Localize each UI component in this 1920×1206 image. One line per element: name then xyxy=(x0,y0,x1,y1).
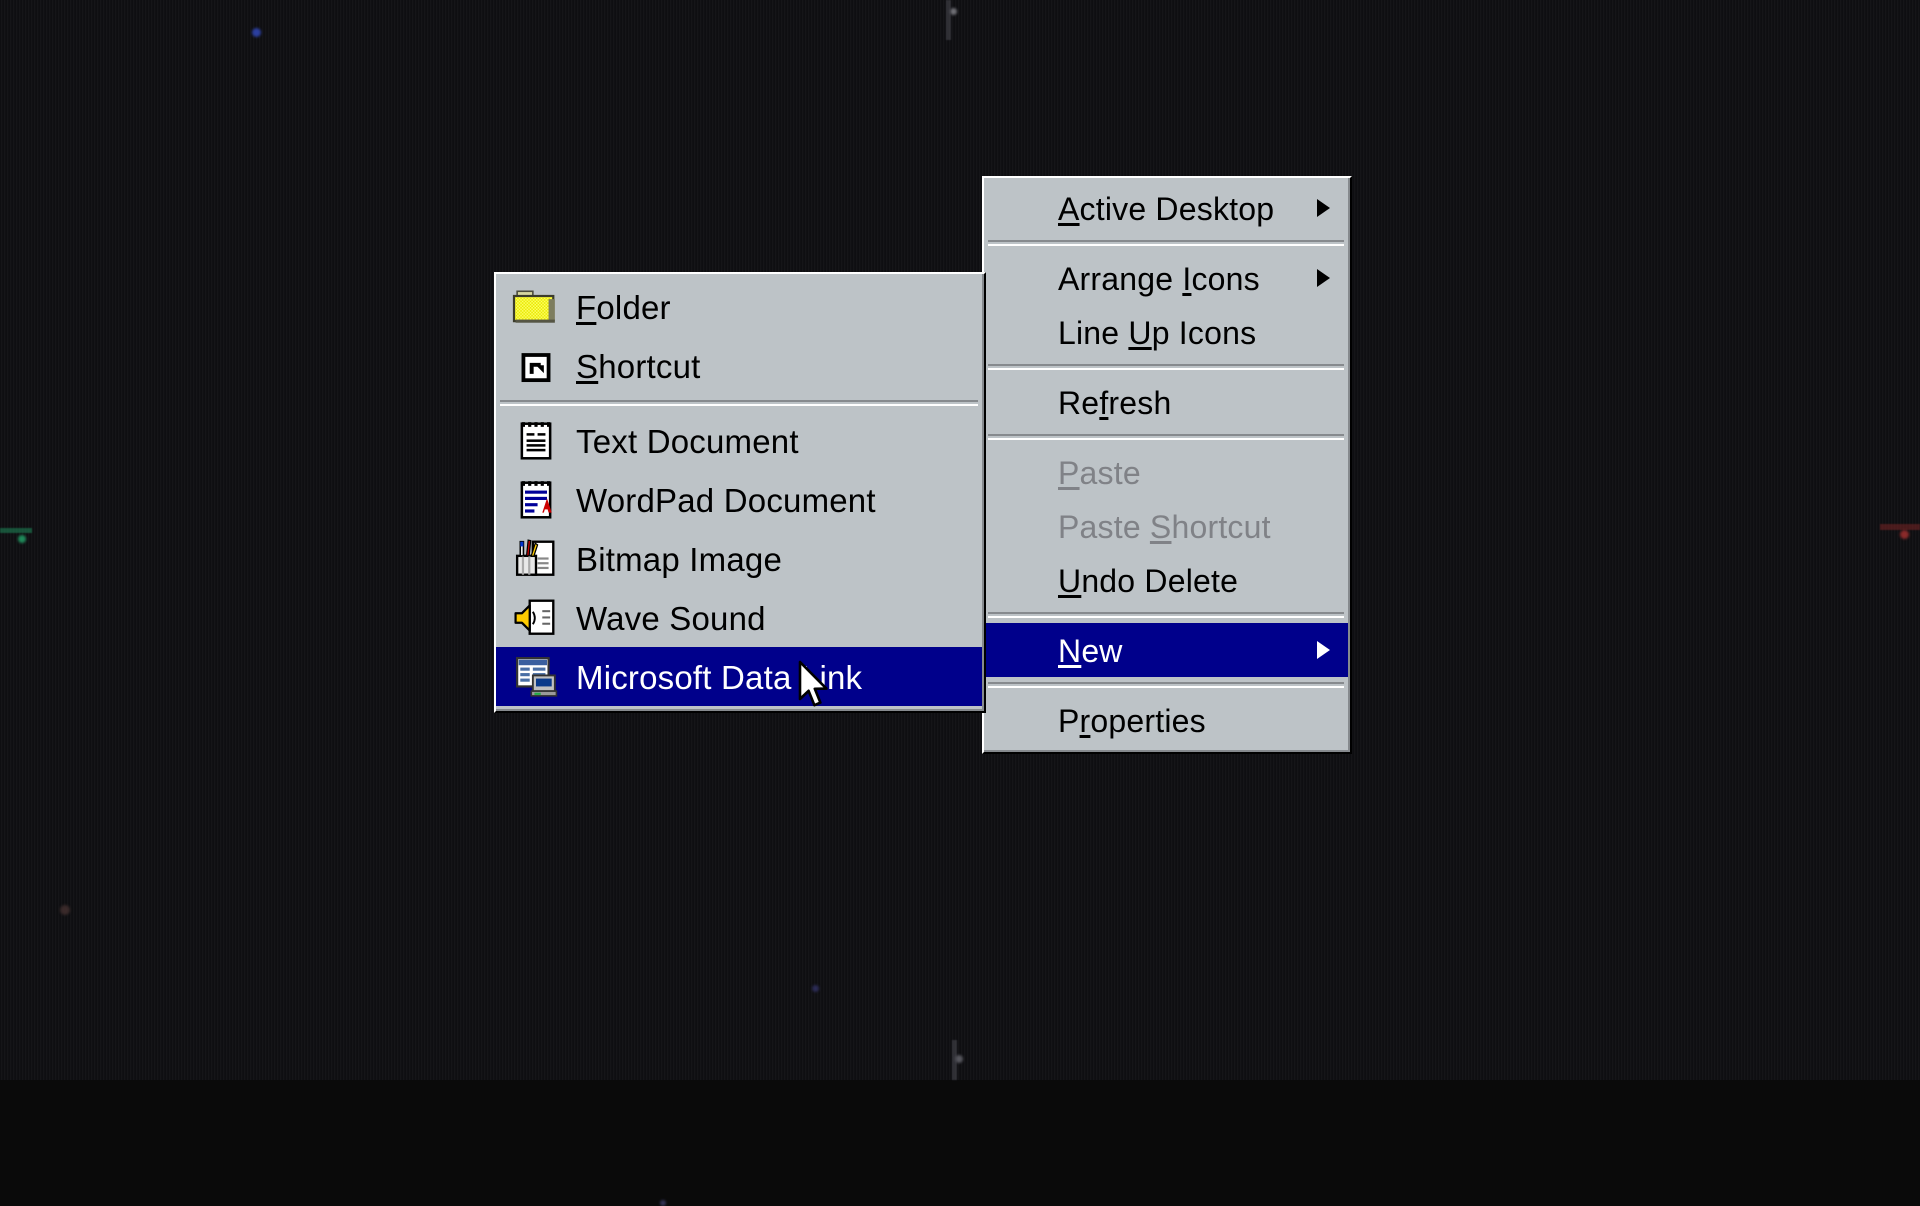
menu-item-label: Properties xyxy=(984,705,1206,737)
menu-item-new[interactable]: New xyxy=(984,623,1348,677)
submenu-item-label: Folder xyxy=(562,291,671,324)
submenu-item-label: Microsoft Data Link xyxy=(562,661,862,694)
wave-sound-icon xyxy=(510,596,562,640)
data-link-icon xyxy=(510,655,562,699)
menu-item-label: Active Desktop xyxy=(984,193,1274,225)
menu-item-label: Arrange Icons xyxy=(984,263,1260,295)
desktop-speckle xyxy=(955,1055,963,1063)
desktop-speckle xyxy=(18,535,26,543)
menu-item-active-desktop[interactable]: Active Desktop xyxy=(984,181,1348,235)
wordpad-document-icon xyxy=(510,478,562,522)
chevron-right-icon xyxy=(1317,641,1330,659)
menu-item-properties[interactable]: Properties xyxy=(984,693,1348,747)
desktop-speckle xyxy=(660,1200,666,1206)
submenu-item-microsoft-data-link[interactable]: Microsoft Data Link xyxy=(496,647,982,706)
submenu-item-text-document[interactable]: Text Document xyxy=(496,411,982,470)
menu-item-undo-delete[interactable]: Undo Delete xyxy=(984,553,1348,607)
desktop-artifact xyxy=(1880,524,1920,530)
menu-separator xyxy=(988,364,1344,370)
menu-item-paste: Paste xyxy=(984,445,1348,499)
submenu-item-label: Bitmap Image xyxy=(562,543,782,576)
submenu-item-wave-sound[interactable]: Wave Sound xyxy=(496,588,982,647)
new-submenu[interactable]: Folder Shortcut xyxy=(494,272,986,713)
shortcut-icon xyxy=(510,344,562,388)
desktop-artifact xyxy=(0,528,32,533)
menu-separator xyxy=(988,240,1344,246)
bitmap-image-icon xyxy=(510,537,562,581)
desktop-artifact xyxy=(946,0,951,40)
desktop-artifact xyxy=(952,1040,957,1080)
menu-item-label: New xyxy=(984,635,1123,667)
menu-separator xyxy=(988,612,1344,618)
menu-item-label: Refresh xyxy=(984,387,1171,419)
desktop-speckle xyxy=(812,985,819,992)
menu-item-label: Line Up Icons xyxy=(984,317,1256,349)
submenu-item-folder[interactable]: Folder xyxy=(496,277,982,336)
submenu-item-label: Wave Sound xyxy=(562,602,766,635)
submenu-item-label: Text Document xyxy=(562,425,799,458)
new-submenu-inner: Folder Shortcut xyxy=(496,274,984,711)
chevron-right-icon xyxy=(1317,199,1330,217)
menu-item-arrange-icons[interactable]: Arrange Icons xyxy=(984,251,1348,305)
menu-item-line-up-icons[interactable]: Line Up Icons xyxy=(984,305,1348,359)
desktop-context-menu[interactable]: Active Desktop Arrange Icons Line Up Ico… xyxy=(982,176,1352,754)
desktop-context-menu-inner: Active Desktop Arrange Icons Line Up Ico… xyxy=(984,178,1350,752)
desktop-speckle xyxy=(1900,530,1909,539)
menu-separator xyxy=(988,682,1344,688)
text-document-icon xyxy=(510,419,562,463)
desktop-speckle xyxy=(252,28,261,37)
menu-item-refresh[interactable]: Refresh xyxy=(984,375,1348,429)
menu-item-label: Paste Shortcut xyxy=(984,511,1271,543)
desktop-speckle xyxy=(60,905,70,915)
menu-item-paste-shortcut: Paste Shortcut xyxy=(984,499,1348,553)
chevron-right-icon xyxy=(1317,269,1330,287)
submenu-item-bitmap-image[interactable]: Bitmap Image xyxy=(496,529,982,588)
submenu-item-wordpad-document[interactable]: WordPad Document xyxy=(496,470,982,529)
submenu-separator xyxy=(500,400,978,406)
submenu-item-label: Shortcut xyxy=(562,350,701,383)
submenu-item-label: WordPad Document xyxy=(562,484,876,517)
menu-item-label: Undo Delete xyxy=(984,565,1238,597)
submenu-item-shortcut[interactable]: Shortcut xyxy=(496,336,982,395)
desktop-speckle xyxy=(950,8,957,15)
folder-icon xyxy=(510,285,562,329)
menu-item-label: Paste xyxy=(984,457,1141,489)
menu-separator xyxy=(988,434,1344,440)
